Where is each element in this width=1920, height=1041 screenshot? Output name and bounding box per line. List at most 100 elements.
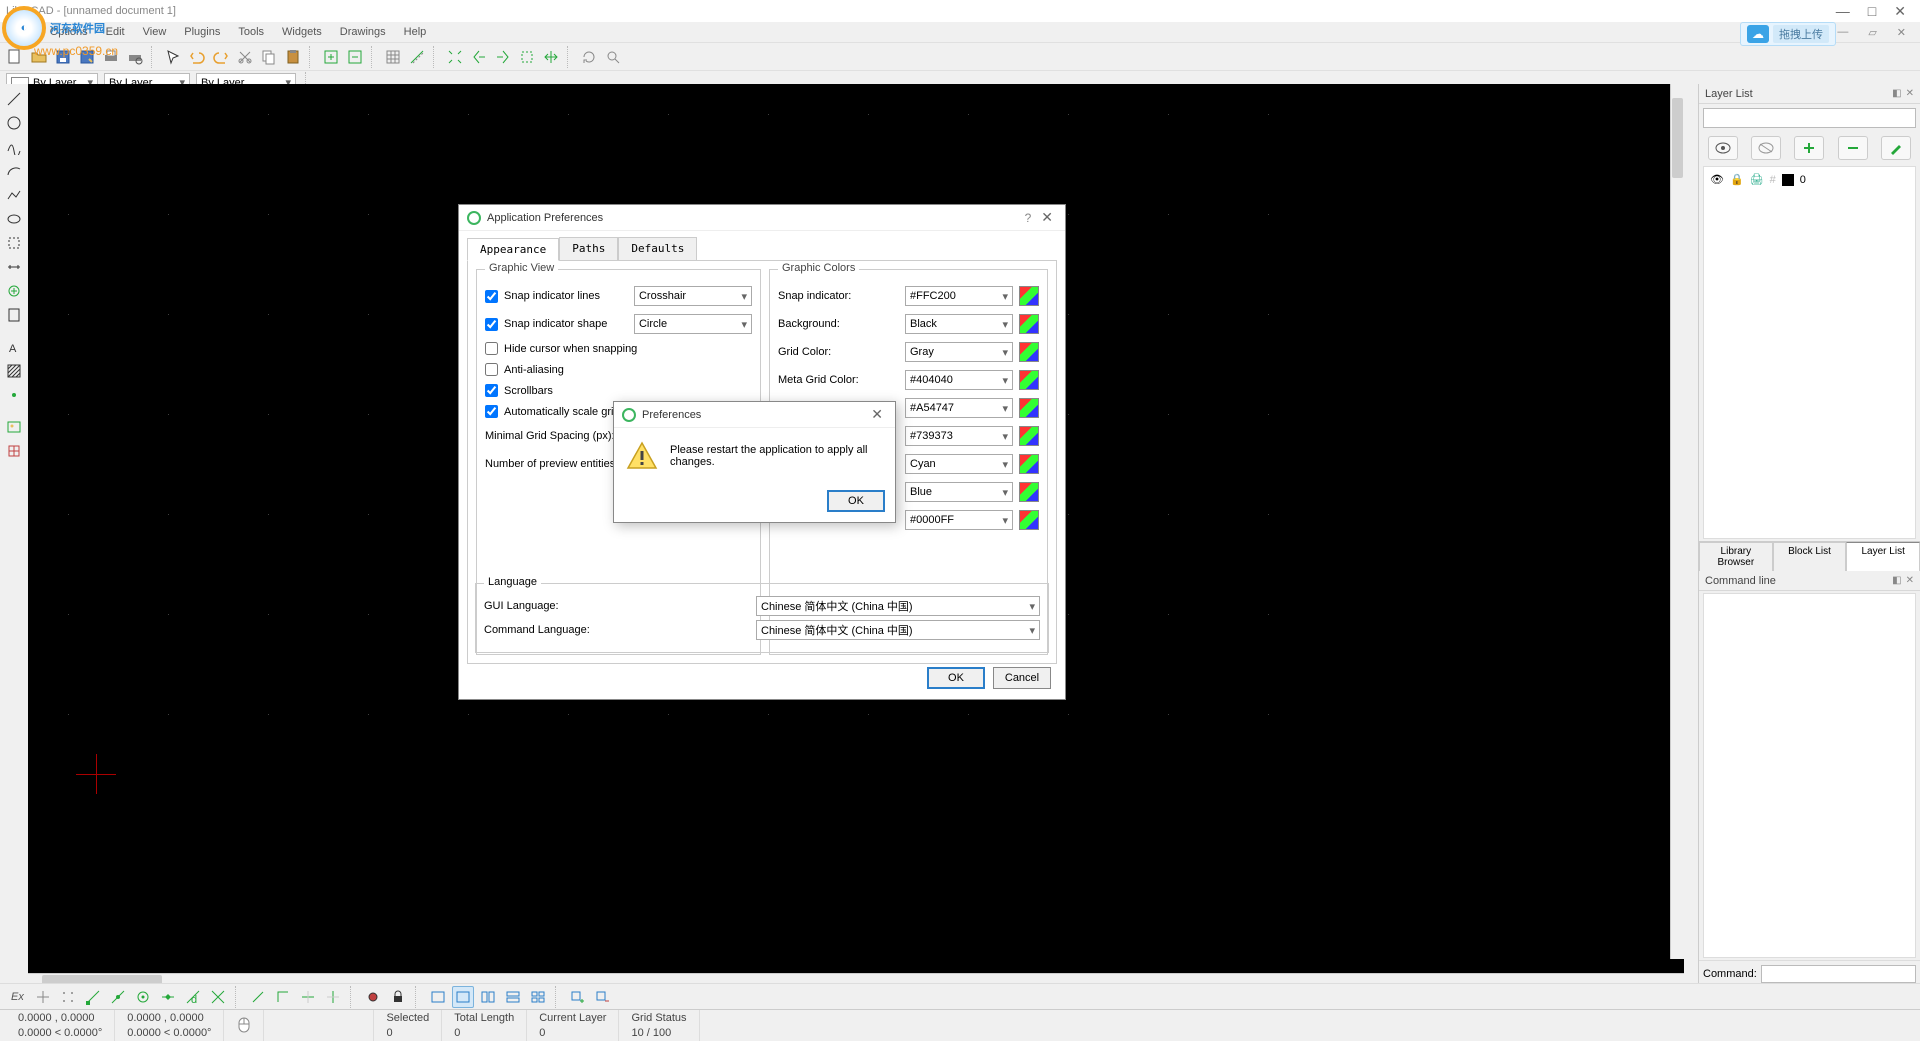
spline-tool-icon[interactable] [3,136,25,158]
view-4-icon[interactable] [502,986,524,1008]
cmd-close-icon[interactable]: ✕ [1906,575,1914,586]
view-1-icon[interactable] [427,986,449,1008]
close-icon[interactable]: ✕ [1894,3,1906,20]
view-2-icon[interactable] [452,986,474,1008]
draft-mode-icon[interactable] [406,46,428,68]
layer-filter-input[interactable] [1703,108,1916,128]
auto-scale-checkbox[interactable] [485,405,498,418]
tab-library-browser[interactable]: Library Browser [1699,542,1773,571]
prefs-close-icon[interactable]: ✕ [1037,209,1057,226]
restrict-nothing-icon[interactable] [247,986,269,1008]
snap-distance-icon[interactable]: d [182,986,204,1008]
layer-construct-icon[interactable]: # [1770,174,1776,186]
view-3-icon[interactable] [477,986,499,1008]
scrollbars-checkbox[interactable] [485,384,498,397]
tab-defaults[interactable]: Defaults [618,237,697,260]
layer-visible-icon[interactable]: 👁 [1710,173,1724,186]
msg-close-icon[interactable]: ✕ [867,406,887,423]
snap-free-icon[interactable] [32,986,54,1008]
block-tool-icon[interactable] [3,440,25,462]
find-icon[interactable] [602,46,624,68]
dimension-tool-icon[interactable] [3,256,25,278]
msg-ok-button[interactable]: OK [827,490,885,512]
command-input[interactable] [1761,965,1916,983]
gui-lang-combo[interactable]: Chinese 简体中文 (China 中国)▾ [756,596,1040,616]
copy-icon[interactable] [258,46,280,68]
grid-combo[interactable]: Gray▾ [905,342,1013,362]
layer-edit-icon[interactable] [1881,136,1911,160]
prefs-ok-button[interactable]: OK [927,667,985,689]
zoom-pan-icon[interactable] [540,46,562,68]
point-tool-icon[interactable] [3,384,25,406]
tab-block-list[interactable]: Block List [1773,542,1847,571]
anti-alias-checkbox[interactable] [485,363,498,376]
cloud-upload-badge[interactable]: ☁ 拖拽上传 [1740,22,1836,46]
col5-color-btn[interactable] [1019,398,1039,418]
regen-icon[interactable] [578,46,600,68]
menu-view[interactable]: View [135,24,175,40]
snap-ex-icon[interactable]: Ex [6,986,29,1008]
minimize-icon[interactable]: — [1836,3,1850,20]
end-handle-combo[interactable]: #0000FF▾ [905,510,1013,530]
snap-onentity-icon[interactable] [107,986,129,1008]
restrict-ortho-icon[interactable] [272,986,294,1008]
view-remove-icon[interactable] [592,986,614,1008]
zoom-window-icon[interactable] [516,46,538,68]
vertical-scrollbar[interactable] [1670,84,1684,959]
zoom-auto-icon[interactable] [444,46,466,68]
menu-tools[interactable]: Tools [230,24,272,40]
cmd-float-icon[interactable]: ◧ [1892,575,1901,586]
mdi-maximize-icon[interactable]: ▱ [1858,26,1886,39]
print-preview-icon[interactable] [124,46,146,68]
menu-plugins[interactable]: Plugins [176,24,228,40]
menu-help[interactable]: Help [396,24,435,40]
redo-icon[interactable] [210,46,232,68]
zoom-out-icon[interactable] [344,46,366,68]
polyline-tool-icon[interactable] [3,184,25,206]
cursor-icon[interactable] [162,46,184,68]
grid-toggle-icon[interactable] [382,46,404,68]
layer-add-icon[interactable] [1794,136,1824,160]
restrict-horiz-icon[interactable] [297,986,319,1008]
tab-paths[interactable]: Paths [559,237,618,260]
undo-icon[interactable] [186,46,208,68]
panel-close-icon[interactable]: ✕ [1906,88,1914,99]
layer-lock-icon[interactable]: 🔒 [1730,173,1744,186]
handle-color-btn[interactable] [1019,482,1039,502]
layer-showall-icon[interactable] [1708,136,1738,160]
maximize-icon[interactable]: □ [1868,3,1876,20]
prefs-title-bar[interactable]: Application Preferences ? ✕ [459,205,1065,231]
restrict-vert-icon[interactable] [322,986,344,1008]
hatch-tool-icon[interactable] [3,360,25,382]
tab-layer-list[interactable]: Layer List [1846,542,1920,571]
lock-relative-icon[interactable] [387,986,409,1008]
prefs-help-icon[interactable]: ? [1019,211,1038,225]
menu-drawings[interactable]: Drawings [332,24,394,40]
zoom-redo-icon[interactable] [492,46,514,68]
snap-lines-checkbox[interactable] [485,290,498,303]
layer-hideall-icon[interactable] [1751,136,1781,160]
zoom-in-icon[interactable] [320,46,342,68]
zoom-previous-icon[interactable] [468,46,490,68]
bg-combo[interactable]: Black▾ [905,314,1013,334]
meta-grid-combo[interactable]: #404040▾ [905,370,1013,390]
col6-color-btn[interactable] [1019,426,1039,446]
mdi-close-icon[interactable]: ✕ [1889,24,1914,41]
line-tool-icon[interactable] [3,88,25,110]
snap-ind-color-btn[interactable] [1019,286,1039,306]
snap-grid-icon[interactable] [57,986,79,1008]
text-tool-icon[interactable]: A [3,336,25,358]
snap-ind-combo[interactable]: #FFC200▾ [905,286,1013,306]
bg-color-btn[interactable] [1019,314,1039,334]
select-tool-icon[interactable] [3,232,25,254]
view-5-icon[interactable] [527,986,549,1008]
snap-lines-combo[interactable]: Crosshair▾ [634,286,752,306]
image-tool-icon[interactable] [3,416,25,438]
panel-float-icon[interactable]: ◧ [1892,88,1901,99]
snap-shape-combo[interactable]: Circle▾ [634,314,752,334]
col7-combo[interactable]: Cyan▾ [905,454,1013,474]
layer-print-icon[interactable]: 🖨 [1750,173,1764,186]
circle-tool-icon[interactable] [3,112,25,134]
paste-icon[interactable] [282,46,304,68]
info-tool-icon[interactable] [3,304,25,326]
